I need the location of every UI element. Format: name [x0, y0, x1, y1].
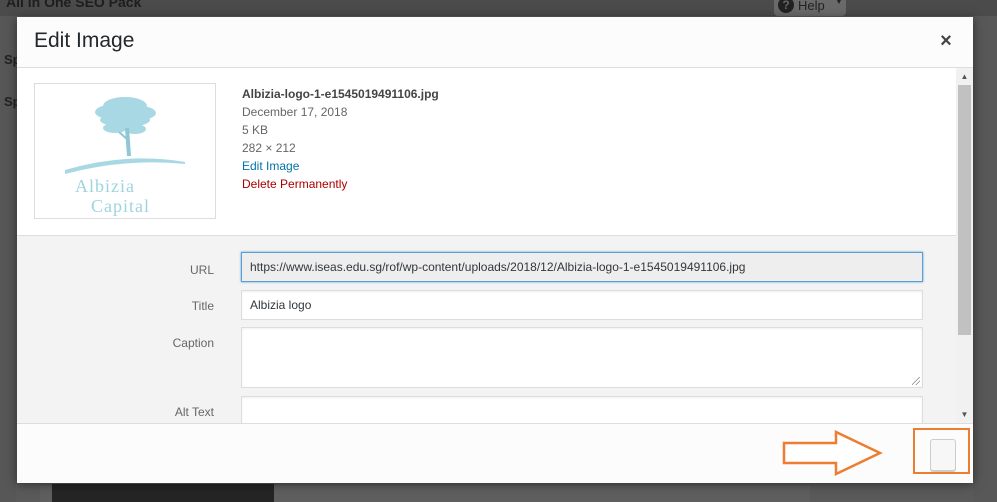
attachment-settings: URL https://www.iseas.edu.sg/rof/wp-cont… [17, 235, 956, 423]
attachment-details: Albizia Capital Albizia-logo-1-e15450194… [17, 68, 956, 235]
edit-image-link[interactable]: Edit Image [242, 157, 439, 175]
admin-side-background: Sp Sp [0, 16, 21, 502]
title-field[interactable]: Albizia logo [241, 290, 923, 320]
plugin-name: All in One SEO Pack [6, 0, 142, 10]
url-field[interactable]: https://www.iseas.edu.sg/rof/wp-content/… [241, 252, 923, 282]
caption-label: Caption [172, 336, 214, 350]
file-size: 5 KB [242, 123, 269, 137]
caret-down-icon: ▼ [834, 0, 844, 7]
title-value: Albizia logo [250, 298, 312, 312]
albizia-logo-image: Albizia Capital [65, 97, 185, 216]
resize-handle-icon[interactable] [912, 377, 920, 385]
modal-content[interactable]: Albizia Capital Albizia-logo-1-e15450194… [17, 68, 956, 423]
annotation-highlight-box [913, 428, 970, 474]
help-tab[interactable]: ? Help ▼ [774, 0, 846, 16]
url-label: URL [189, 263, 214, 277]
help-icon: ? [778, 0, 794, 13]
alt-text-label: Alt Text [174, 405, 214, 419]
help-label: Help [798, 0, 825, 13]
file-info: Albizia-logo-1-e1545019491106.jpg Decemb… [242, 85, 439, 193]
delete-permanently-link[interactable]: Delete Permanently [242, 175, 439, 193]
caption-textarea[interactable] [241, 327, 923, 388]
scroll-up-arrow-icon[interactable]: ▲ [956, 68, 973, 85]
modal-scrollbar[interactable]: ▲ ▼ [956, 68, 973, 423]
scroll-down-arrow-icon[interactable]: ▼ [956, 406, 973, 423]
admin-right-background [973, 16, 997, 502]
scrollbar-thumb[interactable] [958, 85, 971, 335]
modal-header: Edit Image × [17, 17, 973, 68]
image-thumbnail: Albizia Capital [34, 83, 216, 219]
admin-bottom-bar [52, 484, 274, 502]
annotation-arrow-icon [782, 430, 883, 476]
edit-image-modal: Edit Image × Albizia Capital Albizia-log… [17, 17, 973, 483]
logo-text-line1: Albizia [75, 176, 135, 196]
modal-title: Edit Image [34, 29, 135, 52]
file-name: Albizia-logo-1-e1545019491106.jpg [242, 87, 439, 101]
image-dimensions: 282 × 212 [242, 141, 296, 155]
logo-text-line2: Capital [91, 196, 150, 216]
alt-text-field[interactable] [241, 396, 923, 423]
close-button[interactable]: × [935, 30, 957, 52]
close-icon: × [940, 30, 952, 52]
upload-date: December 17, 2018 [242, 105, 348, 119]
admin-background-top: All in One SEO Pack [0, 0, 997, 16]
url-value: https://www.iseas.edu.sg/rof/wp-content/… [250, 260, 746, 274]
title-label: Title [191, 299, 214, 313]
